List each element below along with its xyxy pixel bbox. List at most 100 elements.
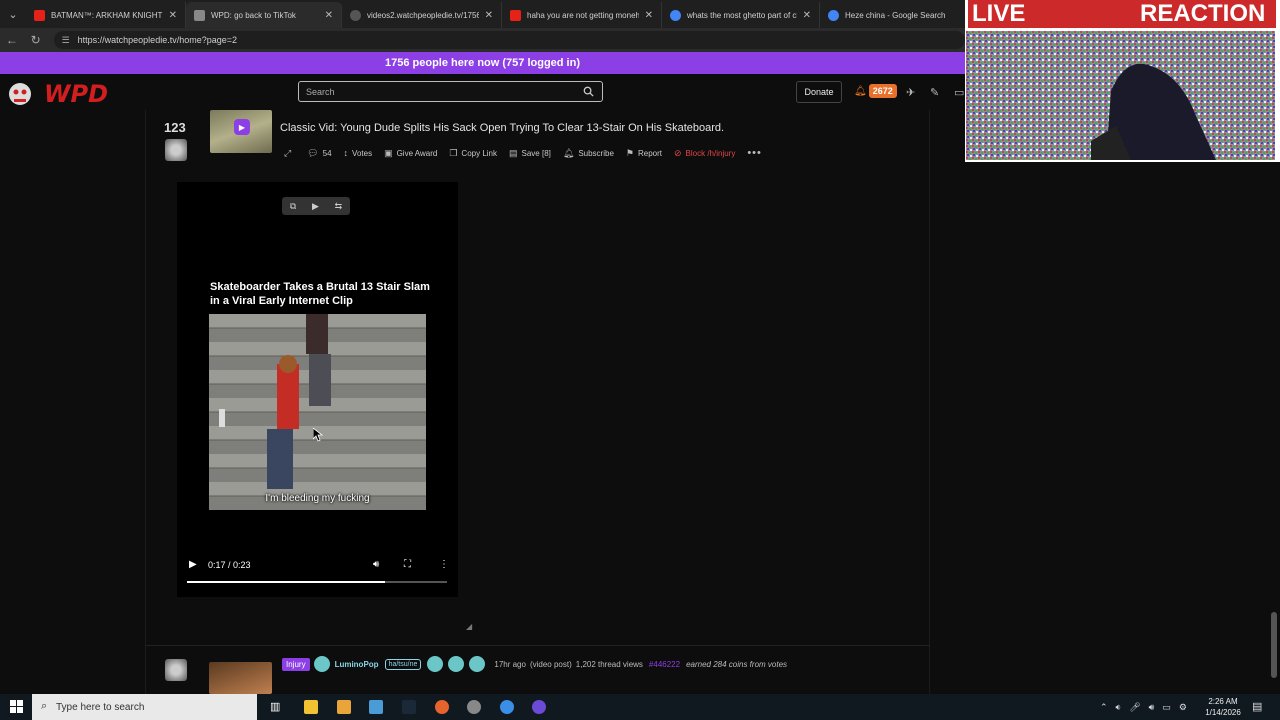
post-age: 17hr ago [494, 659, 526, 669]
bell-icon: 🔔︎ [854, 85, 867, 97]
user-avatar[interactable] [313, 656, 330, 672]
notification-count-badge: 2672 [868, 84, 897, 98]
chat-icon[interactable]: ▭ [954, 86, 964, 99]
author-avatar[interactable] [165, 139, 187, 161]
save-icon: ▤ [509, 147, 518, 158]
close-tab-icon[interactable]: ✕ [803, 10, 811, 21]
search-input[interactable]: Search [298, 81, 603, 102]
expand-button[interactable]: ⤢ [284, 148, 295, 159]
site-header: WPD Search Donate 🔔︎ 2672 ✈ ✎ ▭ [0, 74, 965, 110]
video-overlay-tools: ⧉ ▶ ⇆ [282, 197, 350, 215]
origin-icon[interactable] [435, 700, 449, 714]
reload-icon[interactable]: ↻ [24, 33, 48, 47]
volume-icon[interactable]: 🔊︎ [1149, 702, 1155, 713]
votes-button[interactable]: ↕ Votes [344, 148, 373, 158]
taskbar-search-placeholder: Type here to search [56, 701, 145, 713]
live-label: LIVE [972, 0, 1026, 27]
close-tab-icon[interactable]: ✕ [485, 10, 493, 21]
reaction-label: REACTION [1140, 0, 1266, 27]
tab-list-chevron-icon[interactable]: ⌄ [0, 0, 26, 28]
volume-icon[interactable]: 🔊︎ [373, 559, 379, 570]
url-field[interactable]: ☰ https://watchpeopledie.tv/home?page=2 [53, 31, 966, 49]
block-hole-button[interactable]: ⊘ Block /h/injury [674, 148, 735, 159]
notifications-button[interactable]: 🔔︎ 2672 [854, 84, 897, 98]
close-tab-icon[interactable]: ✕ [169, 10, 177, 21]
pip-icon[interactable]: ⧉ [290, 201, 296, 212]
address-bar-row: ← ↻ ☰ https://watchpeopledie.tv/home?pag… [0, 28, 966, 52]
search-placeholder: Search [306, 86, 335, 97]
cast-icon[interactable]: ▶ [312, 201, 319, 212]
donate-button[interactable]: Donate [796, 81, 842, 103]
save-button[interactable]: ▤ Save [8] [509, 148, 551, 159]
app-icon[interactable] [467, 700, 481, 714]
resize-handle-icon[interactable]: ◢ [466, 622, 472, 631]
obs-icon[interactable] [532, 700, 546, 714]
store-icon[interactable] [337, 700, 351, 714]
post-thumbnail[interactable] [209, 662, 272, 694]
video-subtitle: I'm bleeding my fucking [265, 493, 370, 504]
windows-start-icon[interactable] [10, 700, 23, 713]
browser-tab[interactable]: Heze china - Google Search [820, 2, 960, 28]
comments-button[interactable]: 💬︎ 54 [307, 148, 331, 159]
browser-tab[interactable]: whats the most ghetto part of chi ✕ [662, 2, 820, 28]
badge-icon [427, 656, 444, 672]
next-post-meta: Injury LuminoPop ha/tsu/ne 17hr ago (vid… [282, 656, 787, 672]
video-time: 0:17 / 0:23 [208, 560, 251, 570]
settings-icon[interactable]: ⚙ [1179, 702, 1187, 713]
post-actions: ⤢ 💬︎ 54 ↕ Votes ▣ Give Award ❐ Copy Link ▤ Sa… [284, 147, 778, 159]
browser-tab-bar: ⌄ BATMAN™: ARKHAM KNIGHT SCA ✕ WPD: go b… [0, 0, 965, 28]
network-icon[interactable]: ▭ [1162, 702, 1171, 713]
author-avatar[interactable] [165, 659, 187, 681]
browser-tab[interactable]: haha you are not getting moneh b ✕ [502, 2, 662, 28]
steam-icon[interactable] [402, 700, 416, 714]
search-icon[interactable] [583, 86, 594, 97]
user-tag: ha/tsu/ne [384, 658, 422, 670]
page-scrollbar[interactable] [1271, 612, 1277, 678]
microphone-icon[interactable]: 🎤︎ [1129, 702, 1140, 713]
give-award-button[interactable]: ▣ Give Award [384, 148, 437, 159]
file-explorer-icon[interactable] [304, 700, 318, 714]
report-button[interactable]: ⚑ Report [626, 148, 662, 159]
tab-title: Heze china - Google Search [845, 10, 946, 20]
photos-icon[interactable] [369, 700, 383, 714]
site-info-icon[interactable]: ☰ [62, 35, 70, 46]
copy-icon: ❐ [449, 147, 458, 158]
more-vert-icon[interactable]: ⋮ [439, 559, 449, 570]
webcam-feed [966, 31, 1275, 160]
browser-tab[interactable]: BATMAN™: ARKHAM KNIGHT SCA ✕ [26, 2, 186, 28]
fullscreen-icon[interactable]: ⛶ [404, 559, 411, 570]
browser-tab-active[interactable]: WPD: go back to TikTok ✕ [186, 2, 342, 28]
site-logo[interactable]: WPD [6, 78, 108, 108]
speaker-icon[interactable]: 🔉︎ [1116, 702, 1122, 713]
post-id-link[interactable]: #446222 [649, 660, 680, 669]
copy-link-button[interactable]: ❐ Copy Link [449, 148, 497, 159]
taskbar-search-input[interactable]: ⌕ Type here to search [32, 694, 257, 720]
taskbar-clock[interactable]: 2:26 AM 1/14/2026 [1202, 696, 1244, 718]
badge-icon [469, 656, 486, 672]
translate-icon[interactable]: ⇆ [335, 201, 343, 212]
username-link[interactable]: LuminoPop [335, 660, 379, 669]
video-frame-image [209, 314, 426, 510]
close-tab-icon[interactable]: ✕ [325, 10, 333, 21]
video-progress-bar[interactable] [187, 581, 447, 583]
back-arrow-icon[interactable]: ← [0, 33, 24, 47]
chevron-up-icon[interactable]: ⌃ [1100, 702, 1108, 713]
content-border-right [929, 110, 930, 710]
video-progress-fill [187, 581, 385, 583]
youtube-icon [34, 9, 45, 21]
play-icon[interactable]: ▶ [189, 559, 197, 570]
chrome-icon[interactable] [500, 700, 514, 714]
feather-icon[interactable]: ✎ [930, 86, 939, 99]
task-view-icon[interactable]: ▥ [270, 700, 284, 714]
browser-tab[interactable]: videos2.watchpeopledie.tv/17566 ✕ [342, 2, 502, 28]
flair-badge[interactable]: Injury [282, 657, 310, 671]
comment-icon: 💬︎ [307, 147, 319, 158]
google-icon [828, 9, 839, 21]
more-options-button[interactable]: ••• [747, 147, 766, 159]
copy-link-label: Copy Link [461, 148, 497, 158]
rocket-icon[interactable]: ✈ [906, 86, 915, 99]
notification-center-icon[interactable]: ▤ [1252, 700, 1266, 714]
post-title[interactable]: Classic Vid: Young Dude Splits His Sack … [280, 122, 724, 134]
close-tab-icon[interactable]: ✕ [645, 10, 653, 21]
subscribe-button[interactable]: 🔔︎ Subscribe [563, 148, 614, 159]
